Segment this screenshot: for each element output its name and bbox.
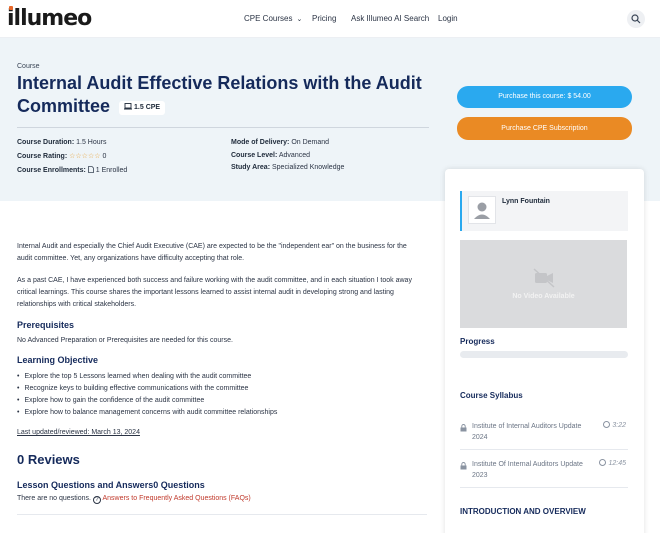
lesson-duration-value: 3:22 (612, 422, 626, 429)
question-icon: ? (92, 496, 101, 504)
meta-delivery-value: On Demand (291, 139, 330, 146)
progress-label: Progress (460, 337, 495, 346)
meta-rating: Course Rating: ☆☆☆☆☆ 0 (17, 152, 106, 160)
instructor-name[interactable]: Lynn Fountain (502, 198, 550, 205)
meta-duration-label: Course Duration: (17, 139, 75, 146)
list-item: Explore how to balance management concer… (17, 407, 277, 419)
meta-rating-label: Course Rating: (17, 153, 68, 160)
breadcrumb: Course (17, 63, 40, 70)
lesson-duration-value: 12:45 (608, 460, 626, 467)
user-icon (474, 202, 490, 219)
nav-login[interactable]: Login (438, 14, 458, 23)
rating-stars-icon: ☆☆☆☆☆ (69, 153, 101, 160)
meta-enrollments-label: Course Enrollments: (17, 167, 86, 174)
last-updated: Last updated/reviewed: March 13, 2024 (17, 429, 140, 436)
faq-link[interactable]: Answers to Frequently Asked Questions (F… (103, 495, 251, 502)
section-intro-overview[interactable]: INTRODUCTION AND OVERVIEW (460, 507, 586, 516)
syllabus-lesson[interactable]: Institute Of Internal Auditors Update 20… (460, 458, 628, 488)
purchase-subscription-button[interactable]: Purchase CPE Subscription (457, 117, 632, 140)
meta-study-value: Specialized Knowledge (271, 164, 345, 171)
list-item: Explore how to gain the confidence of th… (17, 395, 277, 407)
meta-enrollments: Course Enrollments: 1 Enrolled (17, 166, 127, 174)
chevron-down-icon: ⌄ (296, 16, 303, 23)
laptop-icon (124, 103, 133, 110)
syllabus-label: Course Syllabus (460, 391, 523, 400)
site-header: illumeo CPE Courses ⌄ Pricing Ask Illumeo… (0, 0, 660, 38)
nav-ask-ai-search[interactable]: Ask Illumeo AI Search (351, 14, 429, 23)
course-title: Internal Audit Effective Relations with … (17, 73, 422, 116)
video-off-icon (533, 268, 555, 288)
learning-objective-heading: Learning Objective (17, 355, 99, 365)
meta-study-label: Study Area: (231, 164, 271, 171)
search-icon (631, 14, 641, 24)
purchase-course-button[interactable]: Purchase this course: $ 54.00 (457, 86, 632, 108)
logo-accent-dot (9, 6, 13, 10)
description-paragraph-1: Internal Audit and especially the Chief … (17, 243, 407, 262)
cpe-badge-label: 1.5 CPE (134, 104, 161, 111)
lock-icon (460, 424, 467, 432)
lesson-title: Institute of Internal Auditors Update 20… (472, 423, 582, 441)
description-paragraph-2: As a past CAE, I have experienced both s… (17, 277, 412, 308)
qa-heading: Lesson Questions and Answers0 Questions (17, 480, 205, 490)
avatar (468, 196, 496, 224)
meta-duration: Course Duration: 1.5 Hours (17, 139, 106, 146)
qa-empty-text: There are no questions. (17, 495, 91, 502)
list-item: Recognize keys to building effective com… (17, 383, 277, 395)
meta-level-label: Course Level: (231, 152, 278, 159)
objectives-list: Explore the top 5 Lessons learned when d… (17, 371, 277, 419)
prerequisites-text: No Advanced Preparation or Prerequisites… (17, 337, 233, 344)
syllabus-lesson[interactable]: Institute of Internal Auditors Update 20… (460, 420, 628, 450)
meta-level-value: Advanced (278, 152, 310, 159)
cpe-badge: 1.5 CPE (119, 101, 166, 115)
no-video-text: No Video Available (512, 293, 575, 300)
meta-enrollments-value: 1 Enrolled (95, 167, 128, 174)
list-item: Explore the top 5 Lessons learned when d… (17, 371, 277, 383)
reviews-heading: 0 Reviews (17, 452, 80, 467)
lesson-duration: 3:22 (603, 421, 626, 429)
search-button[interactable] (627, 10, 645, 28)
logo-text: illumeo (7, 6, 92, 31)
prerequisites-heading: Prerequisites (17, 320, 75, 330)
lock-icon (460, 462, 467, 470)
divider (17, 514, 427, 515)
meta-duration-value: 1.5 Hours (76, 139, 107, 146)
nav-pricing[interactable]: Pricing (312, 14, 336, 23)
meta-rating-value: 0 (102, 153, 107, 160)
lesson-title: Institute Of Internal Auditors Update 20… (472, 461, 583, 479)
meta-delivery: Mode of Delivery: On Demand (231, 139, 329, 146)
qa-text: There are no questions.? Answers to Freq… (17, 495, 251, 504)
progress-bar (460, 351, 628, 358)
meta-level: Course Level: Advanced (231, 152, 310, 159)
hero-divider (17, 127, 429, 128)
lesson-duration: 12:45 (599, 459, 626, 467)
document-icon (87, 166, 94, 173)
nav-cpe-courses[interactable]: CPE Courses ⌄ (244, 14, 302, 23)
meta-study-area: Study Area: Specialized Knowledge (231, 164, 344, 171)
meta-delivery-label: Mode of Delivery: (231, 139, 290, 146)
clock-icon (603, 421, 611, 428)
nav-cpe-courses-label: CPE Courses (244, 14, 293, 23)
clock-icon (599, 459, 607, 466)
illumeo-logo[interactable]: illumeo (7, 6, 92, 31)
page-title: Internal Audit Effective Relations with … (17, 72, 437, 118)
